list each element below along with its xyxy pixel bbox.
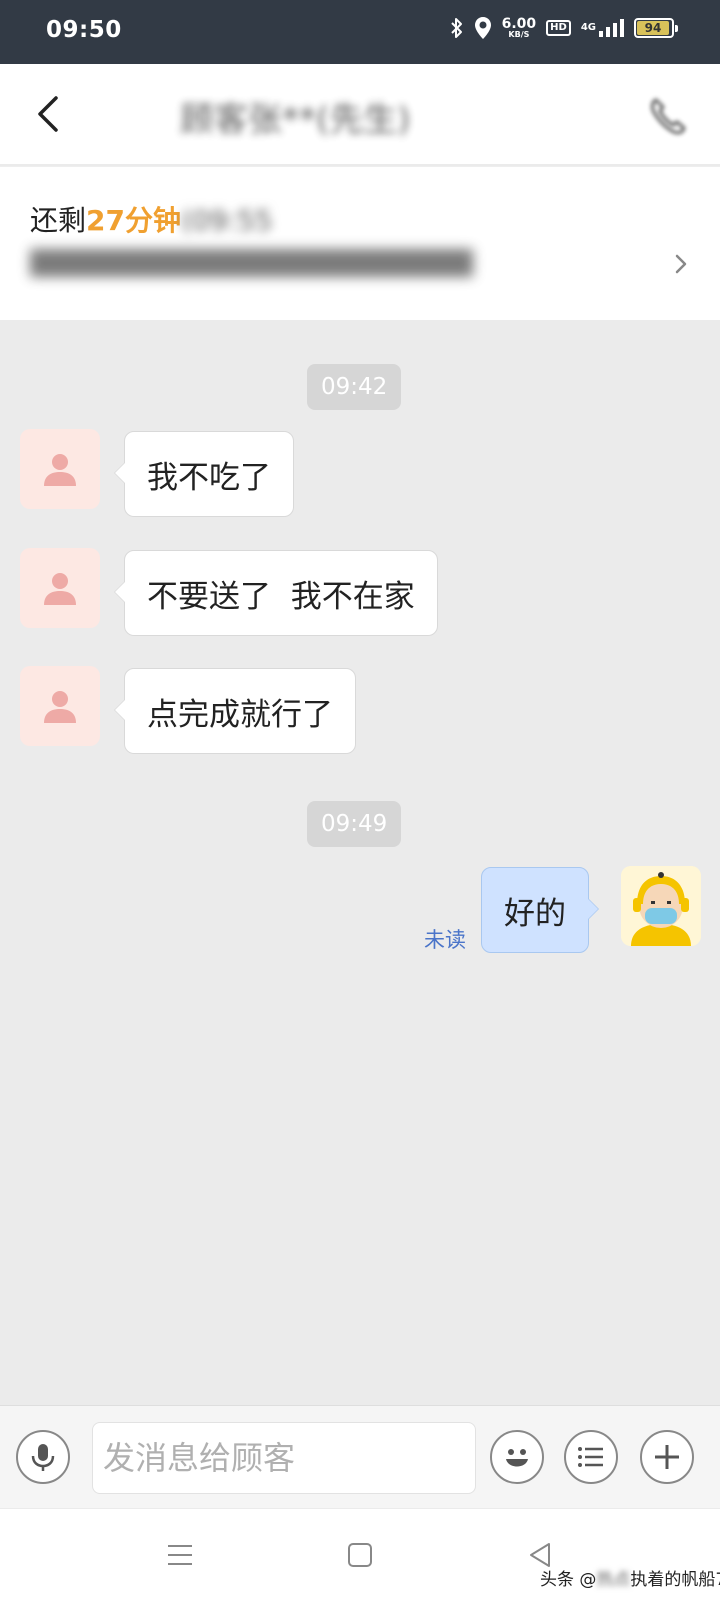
message-bubble[interactable]: 点完成就行了 [114, 668, 356, 754]
net-speed-value: 6.00 [501, 16, 537, 32]
status-bar: 09:50 6.00 KB/S HD 4G 94 [0, 0, 720, 64]
rider-avatar[interactable] [621, 866, 701, 946]
microphone-icon [31, 1444, 55, 1471]
customer-avatar[interactable] [20, 666, 100, 746]
customer-avatar[interactable] [20, 548, 100, 628]
net-speed-unit: KB/S [508, 30, 530, 39]
net-speed: 6.00 KB/S [502, 17, 537, 39]
title-bar: 顾客张**(先生) [0, 64, 720, 164]
battery-level: 94 [644, 21, 662, 35]
plus-icon [655, 1445, 679, 1469]
quick-reply-button[interactable] [564, 1430, 618, 1484]
menu-icon [168, 1545, 192, 1565]
bluetooth-icon [450, 17, 464, 39]
courier-icon [621, 866, 701, 946]
page-title: 顾客张**(先生) [180, 100, 411, 136]
status-icons: 6.00 KB/S HD 4G 94 [450, 16, 678, 40]
user-icon [44, 573, 76, 605]
status-time: 09:50 [46, 17, 122, 43]
home-icon [348, 1543, 372, 1567]
phone-icon [651, 98, 686, 135]
message-input[interactable] [92, 1422, 476, 1494]
customer-avatar[interactable] [20, 429, 100, 509]
battery-icon: 94 [634, 18, 678, 38]
signal-label: 4G [580, 22, 596, 33]
chevron-right-icon [670, 253, 692, 275]
add-button[interactable] [640, 1430, 694, 1484]
remaining-suffix: (09:55 [180, 204, 273, 237]
voice-button[interactable] [16, 1430, 70, 1484]
chevron-left-icon [38, 96, 58, 132]
emoji-icon [506, 1449, 528, 1467]
watermark-blurred: 热点 [596, 1570, 631, 1590]
remaining-time: 还剩27分钟(09:55 [30, 199, 273, 239]
chat-area[interactable]: 09:42 我不吃了 不要送了 我不在家 点完成就行了 09:49 未读 好的 [0, 321, 720, 1405]
watermark-handle: 执着的帆船7 [630, 1570, 720, 1590]
user-icon [44, 454, 76, 486]
message-bubble[interactable]: 我不吃了 [114, 431, 294, 517]
emoji-button[interactable] [490, 1430, 544, 1484]
unread-status: 未读 [424, 928, 466, 952]
watermark-prefix: 头条 @ [540, 1570, 597, 1590]
back-button[interactable] [24, 88, 76, 140]
message-bubble[interactable]: 好的 [481, 867, 599, 953]
signal-icon: 4G [581, 18, 624, 38]
location-icon [474, 16, 492, 40]
input-bar [0, 1405, 720, 1508]
order-card[interactable]: 还剩27分钟(09:55 ████████████████████████ [0, 166, 720, 320]
home-button[interactable] [340, 1535, 380, 1575]
user-icon [44, 691, 76, 723]
time-badge: 09:42 [307, 364, 402, 410]
hd-badge: HD [546, 20, 571, 36]
message-bubble[interactable]: 不要送了 我不在家 [114, 550, 438, 636]
time-badge: 09:49 [307, 801, 402, 847]
remaining-minutes: 27分钟 [86, 204, 181, 237]
menu-button[interactable] [160, 1535, 200, 1575]
remaining-prefix: 还剩 [30, 204, 87, 237]
watermark: 头条 @热点执着的帆船7 [540, 1565, 720, 1590]
nav-bar: 头条 @热点执着的帆船7 [0, 1509, 720, 1600]
delivery-address: ████████████████████████ [30, 249, 473, 277]
quick-reply-icon [578, 1447, 603, 1467]
call-button[interactable] [646, 94, 690, 138]
